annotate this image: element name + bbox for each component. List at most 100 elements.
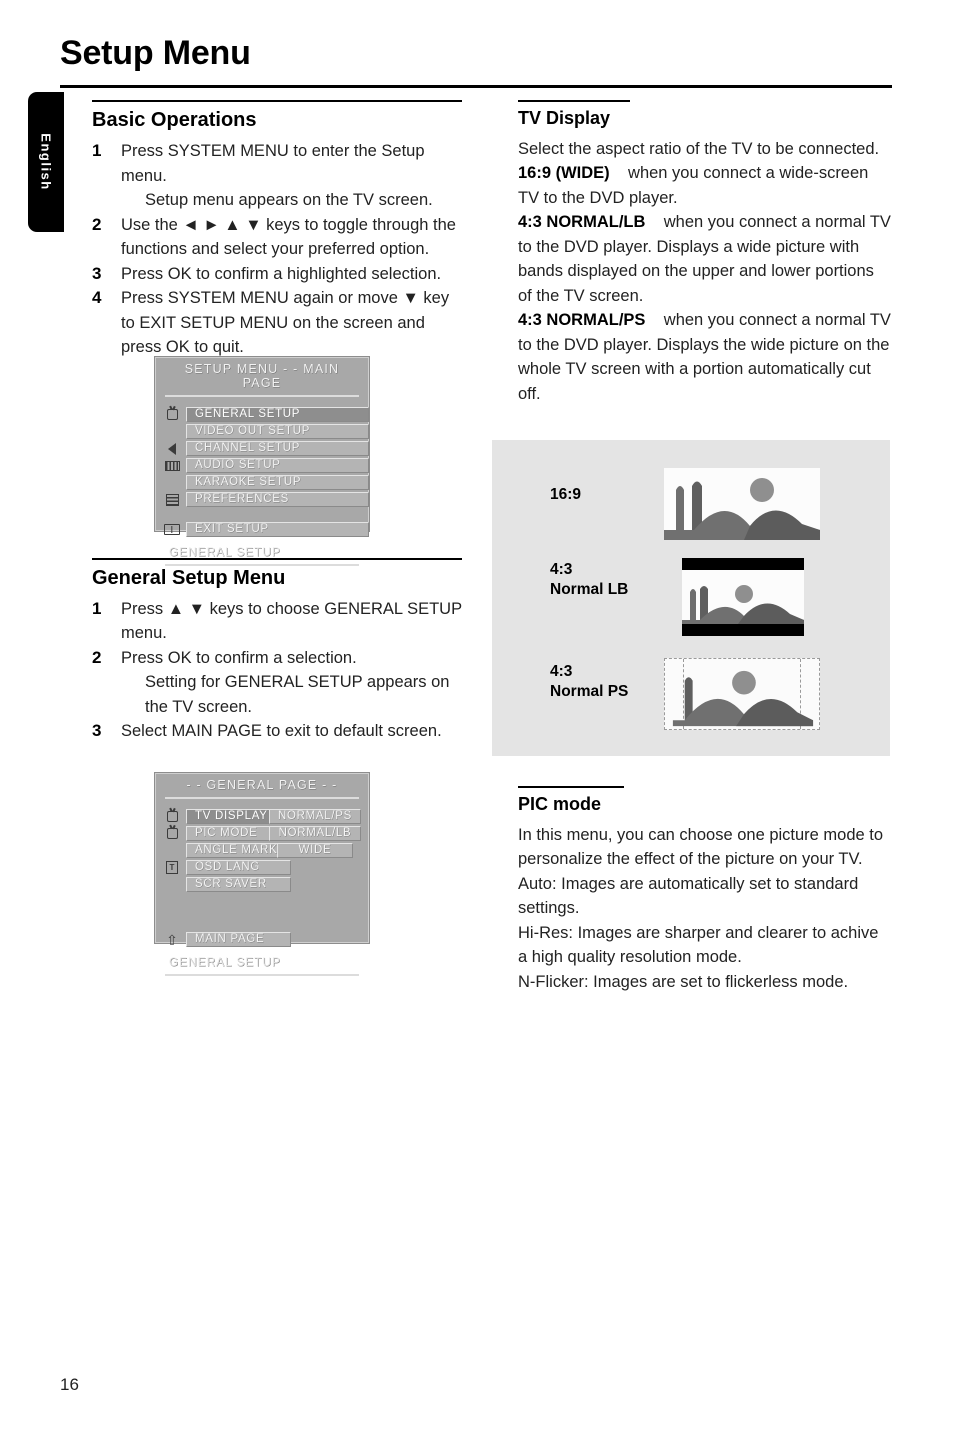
list-item[interactable]: T OSD LANG xyxy=(155,860,369,875)
landscape-illustration xyxy=(682,585,804,624)
aspect-label-4-3-lb: 4:3 Normal LB xyxy=(550,561,629,598)
general-setup-menu-heading: General Setup Menu xyxy=(92,566,286,589)
film-icon xyxy=(161,459,183,473)
step-number: 2 xyxy=(92,647,102,667)
osd-item-preferences[interactable]: PREFERENCES xyxy=(186,492,369,507)
step-text: Press SYSTEM MENU to enter the Setup men… xyxy=(121,142,425,185)
list-item[interactable]: EXIT SETUP xyxy=(155,522,369,537)
osd-item-scr-saver[interactable]: SCR SAVER xyxy=(186,877,291,892)
right-column: TV Display Select the aspect ratio of th… xyxy=(518,100,892,406)
pic-mode-heading: PIC mode xyxy=(518,794,602,814)
tv-icon xyxy=(161,827,183,841)
page-number: 16 xyxy=(60,1375,79,1394)
list-icon xyxy=(161,493,183,507)
step-text: Press OK to confirm a highlighted select… xyxy=(121,264,442,283)
list-item: 3 Select MAIN PAGE to exit to default sc… xyxy=(92,719,464,744)
osd-item-karaoke-setup[interactable]: KARAOKE SETUP xyxy=(186,475,369,490)
spacer-icon xyxy=(161,844,183,858)
osd-item-exit-setup[interactable]: EXIT SETUP xyxy=(186,522,369,537)
page-title: Setup Menu xyxy=(60,34,251,72)
list-item[interactable]: PREFERENCES xyxy=(155,492,369,507)
osd-general-footer: GENERAL SETUP xyxy=(169,955,281,969)
osd-general-body: TV DISPLAY ▸ PIC MODE ANGLE MARK T OSD L… xyxy=(155,799,369,976)
landscape-illustration xyxy=(672,670,814,727)
spacer-icon xyxy=(161,476,183,490)
list-item[interactable]: GENERAL SETUP xyxy=(155,407,369,422)
step-text: Press SYSTEM MENU again or move ▼ key to… xyxy=(121,289,450,356)
tv-preview-4-3-normal-lb xyxy=(682,558,804,636)
list-item[interactable]: KARAOKE SETUP xyxy=(155,475,369,490)
tv-icon xyxy=(161,408,183,422)
tv-display-option-wide: 16:9 (WIDE) when you connect a wide-scre… xyxy=(518,161,892,210)
option-term: 4:3 NORMAL/PS xyxy=(518,311,646,330)
osd-item-audio-setup[interactable]: AUDIO SETUP xyxy=(186,458,369,473)
osd-general-title: - - GENERAL PAGE - - xyxy=(165,773,359,799)
list-item: 3 Press OK to confirm a highlighted sele… xyxy=(92,262,464,287)
osd-item-video-out-setup[interactable]: VIDEO OUT SETUP xyxy=(186,424,369,439)
osd-item-general-setup[interactable]: GENERAL SETUP xyxy=(186,407,369,422)
step-number: 4 xyxy=(92,288,102,307)
aspect-ratio-illustration-panel: 16:9 4:3 Normal LB 4:3 Normal PS xyxy=(492,440,890,756)
tv-display-intro: Select the aspect ratio of the TV to be … xyxy=(518,139,880,158)
osd-main-body: GENERAL SETUP VIDEO OUT SETUP CHANNEL SE… xyxy=(155,397,369,566)
title-divider xyxy=(60,85,892,88)
option-term: 4:3 NORMAL/LB xyxy=(518,213,646,232)
osd-general-bottom-rule xyxy=(165,974,359,976)
step-number: 3 xyxy=(92,263,102,283)
speaker-icon xyxy=(161,442,183,456)
list-item: 1 Press ▲ ▼ keys to choose GENERAL SETUP… xyxy=(92,597,464,646)
step-subtext: Setting for GENERAL SETUP appears on the… xyxy=(145,673,450,716)
aspect-label-16-9: 16:9 xyxy=(550,486,582,503)
list-item[interactable]: ⇧ MAIN PAGE xyxy=(155,932,369,947)
osd-item-osd-lang[interactable]: OSD LANG xyxy=(186,860,291,875)
tv-preview-16-9 xyxy=(664,468,820,540)
tv-preview-4-3-normal-ps xyxy=(664,658,820,730)
list-item[interactable]: SCR SAVER xyxy=(155,877,369,892)
pic-mode-rule xyxy=(518,786,624,788)
general-setup-menu-steps: 1 Press ▲ ▼ keys to choose GENERAL SETUP… xyxy=(92,597,464,744)
osd-main-bottom-rule xyxy=(165,564,359,566)
osd-main-page-screenshot: SETUP MENU - - MAIN PAGE GENERAL SETUP V… xyxy=(154,356,370,566)
option-term: 16:9 (WIDE) xyxy=(518,164,610,183)
list-item: 2 Press OK to confirm a selection. Setti… xyxy=(92,646,464,720)
osd-option-normal-ps[interactable]: NORMAL/PS xyxy=(269,809,361,824)
language-tab-label: English xyxy=(38,133,54,191)
step-text: Press ▲ ▼ keys to choose GENERAL SETUP m… xyxy=(121,599,462,643)
list-item[interactable]: VIDEO OUT SETUP xyxy=(155,424,369,439)
step-subtext: Setup menu appears on the TV screen. xyxy=(145,191,433,209)
step-number: 3 xyxy=(92,721,102,740)
pic-mode-n-flicker: N-Flicker: Images are set to flickerless… xyxy=(518,972,849,991)
basic-operations-rule xyxy=(92,100,462,102)
osd-option-normal-lb[interactable]: NORMAL/LB xyxy=(269,826,361,841)
step-number: 1 xyxy=(92,141,102,160)
step-text: Select MAIN PAGE to exit to default scre… xyxy=(121,722,442,740)
osd-item-channel-setup[interactable]: CHANNEL SETUP xyxy=(186,441,369,456)
step-number: 2 xyxy=(92,214,102,234)
pic-mode-hi-res: Hi-Res: Images are sharper and clearer t… xyxy=(518,923,879,967)
lang-icon: T xyxy=(161,861,183,875)
spacer-icon xyxy=(161,425,183,439)
list-item: 4 Press SYSTEM MENU again or move ▼ key … xyxy=(92,286,464,360)
list-item[interactable]: CHANNEL SETUP xyxy=(155,441,369,456)
basic-operations-heading: Basic Operations xyxy=(92,109,257,131)
pic-mode-section: PIC mode In this menu, you can choose on… xyxy=(518,786,892,994)
osd-option-wide[interactable]: WIDE xyxy=(277,843,353,858)
osd-general-page-screenshot: - - GENERAL PAGE - - TV DISPLAY ▸ PIC MO… xyxy=(154,772,370,976)
list-item: 2 Use the ◄ ► ▲ ▼ keys to toggle through… xyxy=(92,213,464,262)
language-tab: English xyxy=(28,92,64,232)
tv-display-rule xyxy=(518,100,630,102)
osd-item-main-page[interactable]: MAIN PAGE xyxy=(186,932,291,947)
osd-main-title: SETUP MENU - - MAIN PAGE xyxy=(165,357,359,397)
tv-display-option-normal-ps: 4:3 NORMAL/PS when you connect a normal … xyxy=(518,308,892,406)
tv-icon xyxy=(161,810,183,824)
tv-display-option-normal-lb: 4:3 NORMAL/LB when you connect a normal … xyxy=(518,210,892,308)
step-text: Use the ◄ ► ▲ ▼ keys to toggle through t… xyxy=(121,215,456,259)
aspect-label-4-3-ps: 4:3 Normal PS xyxy=(550,663,629,700)
arrow-up-icon: ⇧ xyxy=(166,931,178,948)
list-item[interactable]: AUDIO SETUP xyxy=(155,458,369,473)
step-text: Press OK to confirm a selection. xyxy=(121,648,357,667)
spacer-icon xyxy=(161,878,183,892)
tv-display-heading: TV Display xyxy=(518,108,611,128)
pic-mode-intro: In this menu, you can choose one picture… xyxy=(518,825,884,869)
landscape-illustration xyxy=(664,478,820,540)
